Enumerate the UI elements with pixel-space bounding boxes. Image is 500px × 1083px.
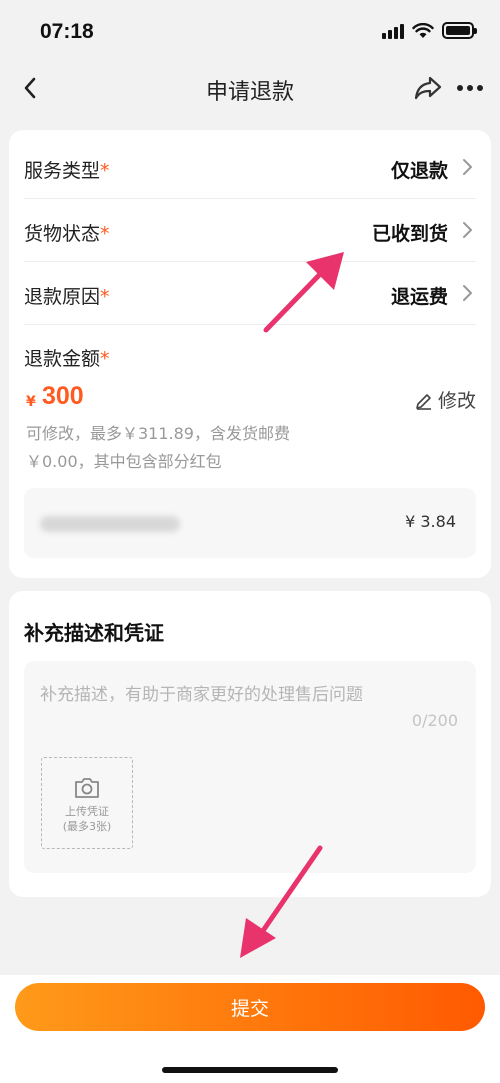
refund-info-card: 服务类型* 仅退款 货物状态* 已收到货 退款原因* 退运费 退款金额* ¥ 3… — [9, 130, 491, 578]
status-bar: 07:18 — [0, 0, 500, 58]
blurred-item-name — [40, 516, 180, 532]
nav-bar: 申请退款 — [0, 60, 500, 116]
description-title: 补充描述和凭证 — [24, 621, 164, 645]
upload-text: 上传凭证 (最多3张) — [63, 804, 112, 834]
status-icons — [382, 22, 477, 39]
status-time: 07:18 — [40, 20, 94, 43]
chevron-right-icon — [463, 285, 472, 301]
more-button[interactable] — [452, 70, 488, 106]
description-input[interactable] — [40, 675, 460, 715]
service-type-label: 服务类型 — [24, 160, 101, 182]
refund-item-box: ¥ 3.84 — [24, 488, 476, 558]
upload-label: 上传凭证 — [65, 805, 109, 818]
signal-icon — [382, 23, 404, 39]
required-mark: * — [100, 348, 110, 370]
share-icon — [414, 76, 442, 100]
service-type-row[interactable]: 服务类型* 仅退款 — [24, 136, 476, 198]
description-card: 补充描述和凭证 0/200 上传凭证 (最多3张) — [9, 591, 491, 897]
goods-status-row[interactable]: 货物状态* 已收到货 — [24, 199, 476, 261]
share-button[interactable] — [410, 70, 446, 106]
edit-amount-button[interactable]: 修改 — [414, 386, 476, 413]
divider — [24, 324, 476, 325]
refund-reason-row[interactable]: 退款原因* 退运费 — [24, 262, 476, 324]
chevron-right-icon — [463, 159, 472, 175]
chevron-right-icon — [463, 222, 472, 238]
required-mark: * — [100, 160, 110, 182]
amount-note-line2: ￥0.00，其中包含部分红包 — [26, 452, 222, 471]
item-price: ¥ 3.84 — [405, 512, 456, 531]
goods-status-label-wrap: 货物状态* — [24, 219, 110, 246]
refund-amount-row: ¥ 300 修改 — [24, 380, 476, 420]
wifi-icon — [412, 22, 434, 38]
camera-icon — [75, 778, 99, 798]
currency-symbol: ¥ — [26, 394, 36, 410]
refund-reason-label: 退款原因 — [24, 286, 101, 308]
watermark: Bai 经验 — [415, 1050, 482, 1069]
more-icon — [457, 85, 483, 91]
refund-amount-value: 300 — [42, 382, 84, 410]
home-indicator — [162, 1067, 338, 1073]
pencil-icon — [416, 393, 431, 410]
edit-amount-label: 修改 — [437, 390, 476, 412]
battery-icon — [442, 22, 477, 39]
refund-reason-label-wrap: 退款原因* — [24, 282, 110, 309]
goods-status-label: 货物状态 — [24, 223, 101, 245]
upload-proof-button[interactable]: 上传凭证 (最多3张) — [41, 757, 133, 849]
screen: 07:18 申请退款 服务类型* 仅退款 货物状态* 已收到货 退款原因* 退运… — [0, 0, 500, 1083]
amount-note-line1: 可修改，最多￥311.89，含发货邮费 — [26, 424, 290, 443]
upload-limit: (最多3张) — [62, 820, 112, 833]
refund-amount-label: 退款金额 — [24, 348, 101, 370]
refund-amount-label-wrap: 退款金额* — [24, 344, 110, 371]
required-mark: * — [100, 286, 110, 308]
required-mark: * — [100, 223, 110, 245]
char-counter: 0/200 — [411, 711, 458, 730]
service-type-label-wrap: 服务类型* — [24, 156, 110, 183]
service-type-value: 仅退款 — [390, 160, 448, 182]
goods-status-value: 已收到货 — [371, 223, 448, 245]
refund-reason-value: 退运费 — [390, 286, 448, 308]
description-box: 0/200 上传凭证 (最多3张) — [24, 661, 476, 873]
submit-button[interactable]: 提交 — [15, 983, 485, 1031]
